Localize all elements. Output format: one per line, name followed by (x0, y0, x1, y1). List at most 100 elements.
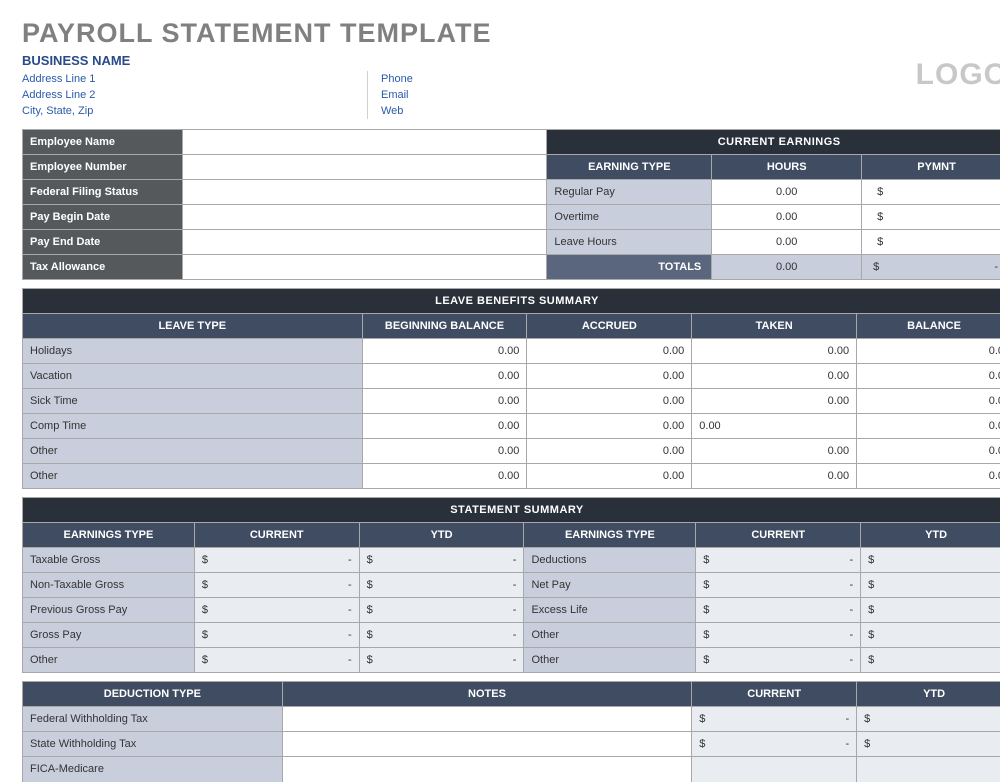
cell[interactable]: $- (194, 623, 359, 648)
cell[interactable]: $- (359, 548, 524, 573)
leave-hours-amount[interactable]: $- (862, 230, 1000, 255)
totals-label: TOTALS (547, 255, 712, 280)
cell[interactable]: 0.00 (527, 439, 692, 464)
cell[interactable]: $- (857, 707, 1000, 732)
overtime-hours[interactable]: 0.00 (712, 205, 862, 230)
deductions: Deductions (524, 548, 696, 573)
dollar-sign: $ (202, 554, 208, 566)
cell[interactable]: 0.00 (362, 389, 527, 414)
cell[interactable]: $- (696, 623, 861, 648)
emp-number-input[interactable] (182, 155, 547, 180)
cell[interactable]: 0.0 (857, 464, 1000, 489)
cell[interactable]: $- (194, 573, 359, 598)
regular-pay-hours[interactable]: 0.00 (712, 180, 862, 205)
notes-cell[interactable] (282, 707, 692, 732)
cell[interactable]: 0.00 (692, 464, 857, 489)
cell[interactable]: 0.00 (692, 439, 857, 464)
pay-end-input[interactable] (182, 230, 547, 255)
leave-type-header: LEAVE TYPE (23, 314, 363, 339)
cell[interactable]: $- (359, 573, 524, 598)
overtime-amount[interactable]: $- (862, 205, 1000, 230)
cell[interactable]: $- (194, 548, 359, 573)
emp-name-input[interactable] (182, 130, 547, 155)
cell[interactable]: $- (692, 707, 857, 732)
cell[interactable]: 0.00 (692, 389, 857, 414)
other-r1: Other (524, 623, 696, 648)
cell[interactable]: $- (861, 598, 1000, 623)
filing-status-input[interactable] (182, 180, 547, 205)
cell[interactable]: 0.00 (362, 464, 527, 489)
current-earnings-header: CURRENT EARNINGS (547, 130, 1000, 155)
regular-pay-amount[interactable]: $- (862, 180, 1000, 205)
cell[interactable]: $- (696, 573, 861, 598)
notes-cell[interactable] (282, 732, 692, 757)
cell[interactable]: 0.00 (692, 339, 857, 364)
cell[interactable] (857, 757, 1000, 782)
cell[interactable]: $- (692, 732, 857, 757)
dollar-sign: $ (202, 629, 208, 641)
dollar-sign: $ (367, 579, 373, 591)
filing-status-label: Federal Filing Status (23, 180, 183, 205)
cell[interactable]: 0.00 (692, 364, 857, 389)
cell[interactable]: 0.00 (362, 414, 527, 439)
cell[interactable]: $- (696, 548, 861, 573)
excess-life: Excess Life (524, 598, 696, 623)
cell[interactable]: 0.0 (857, 389, 1000, 414)
cell[interactable]: 0.00 (527, 389, 692, 414)
cell[interactable]: 0.00 (527, 464, 692, 489)
cell[interactable]: 0.0 (857, 414, 1000, 439)
leave-comp: Comp Time (23, 414, 363, 439)
emp-name-label: Employee Name (23, 130, 183, 155)
cell[interactable]: 0.0 (857, 339, 1000, 364)
cell[interactable]: 0.0 (857, 439, 1000, 464)
leave-vacation: Vacation (23, 364, 363, 389)
leave-holidays: Holidays (23, 339, 363, 364)
city-state-zip: City, State, Zip (22, 103, 367, 119)
cell[interactable]: 0.00 (362, 439, 527, 464)
cell[interactable]: $- (359, 648, 524, 673)
deductions-table: DEDUCTION TYPE NOTES CURRENT YTD Federal… (22, 681, 1000, 782)
cell[interactable]: $- (861, 573, 1000, 598)
cell[interactable]: 0.00 (362, 339, 527, 364)
cell[interactable]: $- (696, 598, 861, 623)
email-label: Email (381, 87, 413, 103)
leave-hours-val[interactable]: 0.00 (712, 230, 862, 255)
dollar-sign: $ (202, 579, 208, 591)
cell[interactable]: $- (857, 732, 1000, 757)
dash: - (348, 629, 352, 641)
notes-cell[interactable] (282, 757, 692, 782)
cell[interactable]: 0.00 (527, 339, 692, 364)
dollar-sign: $ (869, 236, 883, 248)
cell[interactable]: $- (359, 623, 524, 648)
other-l: Other (23, 648, 195, 673)
table-row: Other 0.00 0.00 0.00 0.0 (23, 464, 1000, 489)
cell[interactable]: 0.00 (362, 364, 527, 389)
dollar-sign: $ (703, 604, 709, 616)
cell[interactable]: 0.0 (857, 364, 1000, 389)
cell[interactable] (692, 757, 857, 782)
pay-end-label: Pay End Date (23, 230, 183, 255)
cell[interactable]: $- (359, 598, 524, 623)
table-row: State Withholding Tax $- $- (23, 732, 1000, 757)
cell[interactable]: $- (861, 648, 1000, 673)
dash: - (849, 579, 853, 591)
notes-header: NOTES (282, 682, 692, 707)
deduction-type-header: DEDUCTION TYPE (23, 682, 283, 707)
cell[interactable]: $- (696, 648, 861, 673)
state-withholding: State Withholding Tax (23, 732, 283, 757)
cell[interactable]: $- (194, 598, 359, 623)
tax-allowance-input[interactable] (182, 255, 547, 280)
cell[interactable]: $- (861, 623, 1000, 648)
ded-current-header: CURRENT (692, 682, 857, 707)
table-row: Holidays 0.00 0.00 0.00 0.0 (23, 339, 1000, 364)
pay-begin-input[interactable] (182, 205, 547, 230)
nontaxable-gross: Non-Taxable Gross (23, 573, 195, 598)
cell[interactable]: 0.00 (527, 414, 692, 439)
cell[interactable]: 0.00 (692, 414, 857, 439)
dollar-sign: $ (864, 738, 870, 750)
cell[interactable]: 0.00 (527, 364, 692, 389)
dollar-sign: $ (367, 554, 373, 566)
cell[interactable]: $- (861, 548, 1000, 573)
earnings-type-header-l: EARNINGS TYPE (23, 523, 195, 548)
cell[interactable]: $- (194, 648, 359, 673)
